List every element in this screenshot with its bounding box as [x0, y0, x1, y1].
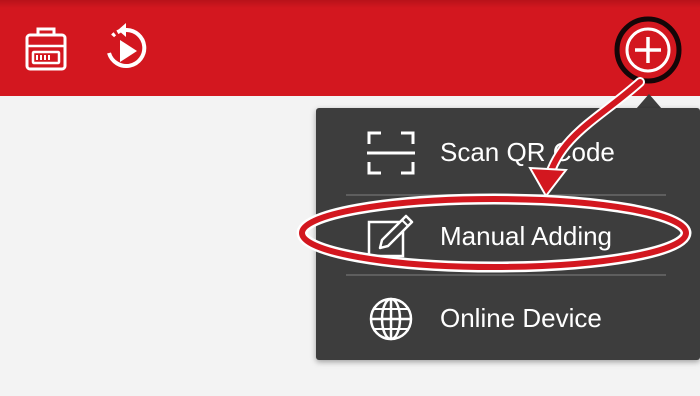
globe-icon	[366, 296, 416, 347]
playback-icon[interactable]	[100, 22, 152, 74]
menu-item-label: Scan QR Code	[440, 137, 615, 167]
device-list-icon[interactable]	[24, 26, 68, 72]
add-device-menu: Scan QR Code Manual Adding Online Device	[316, 108, 700, 360]
menu-item-manual-adding[interactable]: Manual Adding	[316, 196, 700, 276]
menu-divider	[346, 274, 666, 276]
menu-item-scan-qr-code[interactable]: Scan QR Code	[316, 112, 700, 192]
menu-item-label: Online Device	[440, 303, 602, 333]
menu-caret	[636, 94, 662, 109]
toolbar-shade	[0, 0, 700, 8]
qr-scan-icon	[366, 130, 416, 181]
add-button[interactable]	[614, 16, 682, 84]
edit-icon	[366, 214, 416, 265]
menu-item-label: Manual Adding	[440, 221, 613, 251]
menu-item-online-device[interactable]: Online Device	[316, 278, 700, 358]
